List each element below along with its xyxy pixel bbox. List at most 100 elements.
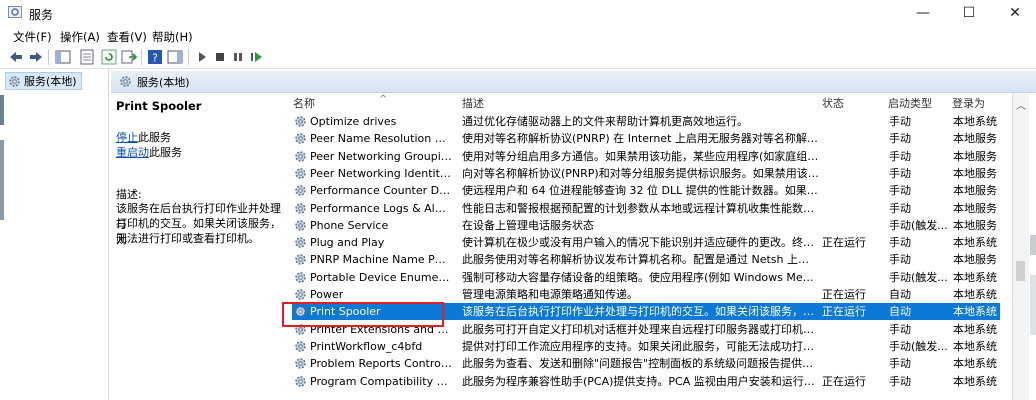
service-name: Optimize drives [310,115,397,128]
service-log-on-as: 本地服务 [953,218,997,232]
service-row[interactable]: Peer Networking Grouping 使用对等分组启用多方通信。如果禁… [292,148,1000,165]
service-startup-type: 手动 [889,374,911,388]
properties-sheet-icon[interactable] [79,49,95,65]
service-gear-icon [295,133,306,145]
restart-service-link[interactable]: 重启动 [116,146,149,159]
stop-service-icon[interactable] [212,49,228,65]
export-list-icon[interactable] [121,49,137,65]
maximize-button[interactable]: ☐ [946,0,992,26]
service-name: Peer Networking Identity Ma... [310,166,452,180]
menu-file[interactable]: 文件(F) [13,29,52,45]
service-name: Problem Reports Control Pa... [310,357,452,371]
service-description: 此服务为程序兼容性助手(PCA)提供支持。PCA 监视由用户安装和运行的程序..… [462,374,820,388]
column-header-name[interactable]: 名称 ^ [293,93,387,115]
service-log-on-as: 本地服务 [953,166,997,180]
service-list: 名称 ^ 描述 状态 启动类型 登录为 Optimize drives 通过优化存储… [283,93,1036,400]
service-startup-type: 手动 [889,132,911,146]
service-name: Performance Logs & Alerts [310,201,452,215]
service-startup-type: 手动(触发... [889,218,948,232]
service-status: 正在运行 [822,288,866,301]
menu-bar: 文件(F) 操作(A) 查看(V) 帮助(H) [0,26,1036,46]
refresh-icon[interactable] [101,49,117,65]
services-pane: 服务(本地) Print Spooler 停止此服务 重启动此服务 描述: 该服… [111,69,1036,400]
service-status: 正在运行 [822,236,866,250]
service-row[interactable]: PrintWorkflow_c4bfd 提供对打印工作流应用程序的支持。如果关闭此… [292,338,1000,355]
close-button[interactable]: ✕ [992,0,1036,26]
scrollbar-thumb[interactable] [1016,261,1025,281]
service-gear-icon [295,271,306,283]
menu-action[interactable]: 操作(A) [60,29,100,45]
service-name-cell: Portable Device Enumerator ... [294,269,452,286]
service-log-on-as: 本地系统 [953,115,997,128]
service-name-cell: Performance Logs & Alerts [294,200,452,217]
selected-service-name: Print Spooler [116,99,202,113]
minimize-button[interactable]: — [900,0,946,26]
restart-service-icon[interactable] [248,49,264,65]
console-tree-pane: 服务(本地) [0,69,109,400]
service-row[interactable]: Portable Device Enumerator ... 强制可移动大容量存储… [292,269,1000,286]
forward-arrow-icon[interactable] [28,49,44,65]
service-description: 该服务在后台执行打印作业并处理与打印机的交互。如果关闭该服务，则无法... [462,305,820,319]
service-row[interactable]: Phone Service 在设备上管理电话服务状态 手动(触发... 本地服务 [292,217,1000,234]
service-name-cell: Peer Name Resolution Proto... [294,130,452,147]
stop-service-link[interactable]: 停止 [116,131,138,144]
service-row[interactable]: Peer Name Resolution Proto... 使用对等名称解析协议(… [292,130,1000,147]
service-gear-icon [295,220,306,231]
service-row[interactable]: Performance Counter DLL H... 使远程用户和 64 位进… [292,182,1000,199]
service-startup-type: 手动 [889,166,911,180]
start-service-icon[interactable] [194,49,210,65]
column-header-description[interactable]: 描述 [462,93,484,115]
service-name: Performance Counter DLL H... [310,184,452,198]
service-gear-icon [295,202,306,214]
service-log-on-as: 本地系统 [953,305,997,319]
show-hide-pane-icon[interactable] [167,49,183,65]
service-log-on-as: 本地服务 [953,253,997,267]
service-description: 使计算机在极少或没有用户输入的情况下能识别并适应硬件的更改。终止或禁... [462,236,820,250]
service-row[interactable]: Program Compatibility Assist... 此服务为程序兼容性… [292,373,1000,390]
column-header-log-on-as[interactable]: 登录为 [952,93,985,115]
service-log-on-as: 本地系统 [953,236,997,250]
service-name: Portable Device Enumerator ... [310,270,452,284]
console-tree-icon[interactable] [55,49,71,65]
service-name-cell: Problem Reports Control Pa... [294,355,452,372]
scroll-up-arrow-icon[interactable]: ︿ [1016,97,1026,112]
service-log-on-as: 本地系统 [953,339,997,353]
column-header-status[interactable]: 状态 [822,93,844,115]
service-startup-type: 手动 [889,253,911,267]
column-header-startup-type[interactable]: 启动类型 [888,93,932,115]
service-description-panel: Print Spooler 停止此服务 重启动此服务 描述: 该服务在后台执行打… [111,93,283,400]
service-row[interactable]: Peer Networking Identity Ma... 向对等名称解析协议(… [292,165,1000,182]
service-startup-type: 手动 [889,322,911,336]
service-gear-icon [295,150,306,162]
help-icon[interactable]: ? [147,49,163,65]
tree-item-services-local[interactable]: 服务(本地) [5,72,82,90]
service-startup-type: 手动 [889,357,911,371]
service-name: Peer Networking Grouping [310,149,452,163]
vertical-scrollbar[interactable]: ︿ [1012,93,1029,400]
services-gear-icon [120,76,131,87]
service-row[interactable]: PNRP Machine Name Publica... 此服务使用对等名称解析协… [292,251,1000,268]
service-name-cell: Phone Service [294,217,452,234]
service-description: 使用对等分组启用多方通信。如果禁用该功能，某些应用程序(如家庭组)可能... [462,149,820,163]
window-edge-strip [0,95,4,125]
service-name: PrintWorkflow_c4bfd [310,339,423,353]
service-row[interactable]: Optimize drives 通过优化存储驱动器上的文件来帮助计算机更高效地运行… [292,113,1000,130]
service-gear-icon [295,358,306,369]
toolbar-separator [48,49,49,65]
restart-service-line: 重启动此服务 [116,144,182,160]
service-row[interactable]: Power 管理电源策略和电源策略通知传递。 正在运行 自动 本地系统 [292,286,1000,303]
service-gear-icon [295,237,306,248]
service-log-on-as: 本地服务 [953,201,997,215]
panel-header: 服务(本地) [111,71,1036,93]
service-name-cell: Program Compatibility Assist... [294,373,452,390]
service-row[interactable]: Performance Logs & Alerts 性能日志和警报根据预配置的计划… [292,200,1000,217]
back-arrow-icon[interactable] [8,49,24,65]
services-gear-icon [9,75,20,87]
service-name-cell: Optimize drives [294,113,452,130]
service-row[interactable]: Plug and Play 使计算机在极少或没有用户输入的情况下能识别并适应硬件的… [292,234,1000,251]
pause-service-icon[interactable] [230,49,246,65]
service-name-cell: Peer Networking Grouping [294,148,452,165]
menu-help[interactable]: 帮助(H) [152,29,193,45]
service-row[interactable]: Problem Reports Control Pa... 此服务为查看、发送和删… [292,355,1000,372]
menu-view[interactable]: 查看(V) [107,29,147,45]
